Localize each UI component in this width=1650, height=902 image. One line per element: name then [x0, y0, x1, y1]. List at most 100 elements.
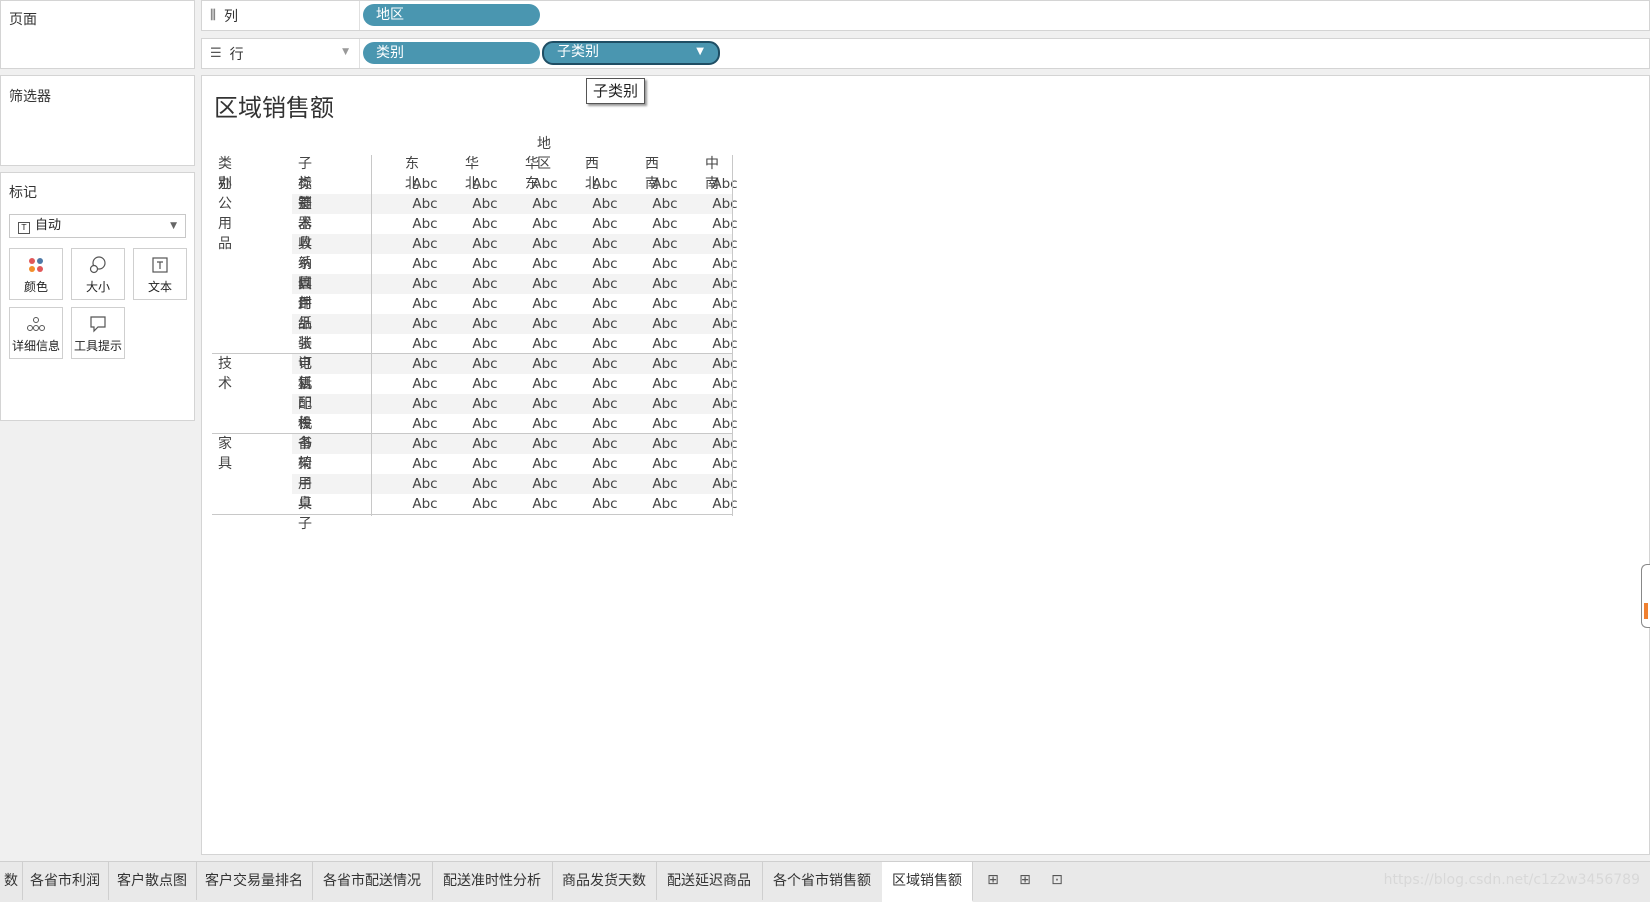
pill-category[interactable]: 类别: [363, 42, 540, 64]
new-worksheet-icon[interactable]: ⊞: [984, 872, 1002, 890]
data-cell[interactable]: Abc: [635, 374, 695, 394]
data-cell[interactable]: Abc: [635, 394, 695, 414]
data-cell[interactable]: Abc: [575, 314, 635, 334]
data-cell[interactable]: Abc: [515, 234, 575, 254]
data-cell[interactable]: Abc: [635, 214, 695, 234]
sheet-tab[interactable]: 各个省市销售额: [762, 862, 883, 900]
data-cell[interactable]: Abc: [515, 374, 575, 394]
data-cell[interactable]: Abc: [455, 294, 515, 314]
data-cell[interactable]: Abc: [395, 254, 455, 274]
data-cell[interactable]: Abc: [695, 174, 755, 194]
sheet-tab[interactable]: 配送准时性分析: [432, 862, 553, 900]
size-button[interactable]: 大小: [71, 248, 125, 300]
data-cell[interactable]: Abc: [395, 174, 455, 194]
data-cell[interactable]: Abc: [695, 274, 755, 294]
data-cell[interactable]: Abc: [635, 354, 695, 374]
data-cell[interactable]: Abc: [695, 354, 755, 374]
mark-type-dropdown[interactable]: T 自动 ▼: [9, 214, 186, 238]
sheet-tab[interactable]: 客户散点图: [108, 862, 197, 900]
data-cell[interactable]: Abc: [575, 194, 635, 214]
data-cell[interactable]: Abc: [575, 394, 635, 414]
data-cell[interactable]: Abc: [395, 214, 455, 234]
data-cell[interactable]: Abc: [635, 174, 695, 194]
data-cell[interactable]: Abc: [395, 374, 455, 394]
data-cell[interactable]: Abc: [395, 414, 455, 434]
data-cell[interactable]: Abc: [575, 434, 635, 454]
pill-region[interactable]: 地区: [363, 4, 540, 26]
data-cell[interactable]: Abc: [635, 494, 695, 514]
data-cell[interactable]: Abc: [455, 174, 515, 194]
data-cell[interactable]: Abc: [695, 494, 755, 514]
color-button[interactable]: 颜色: [9, 248, 63, 300]
sheet-tab[interactable]: 各省市利润: [22, 862, 109, 900]
data-cell[interactable]: Abc: [455, 274, 515, 294]
pages-panel[interactable]: 页面: [0, 0, 195, 69]
data-cell[interactable]: Abc: [635, 234, 695, 254]
new-story-icon[interactable]: ⊡: [1048, 872, 1066, 890]
data-cell[interactable]: Abc: [455, 194, 515, 214]
data-cell[interactable]: Abc: [455, 374, 515, 394]
data-cell[interactable]: Abc: [515, 394, 575, 414]
tab-active[interactable]: 区域销售额: [882, 862, 973, 902]
data-cell[interactable]: Abc: [515, 474, 575, 494]
data-cell[interactable]: Abc: [455, 414, 515, 434]
data-cell[interactable]: Abc: [515, 194, 575, 214]
data-cell[interactable]: Abc: [575, 354, 635, 374]
data-cell[interactable]: Abc: [695, 374, 755, 394]
data-cell[interactable]: Abc: [635, 334, 695, 354]
chevron-down-icon[interactable]: ▼: [342, 47, 349, 57]
data-cell[interactable]: Abc: [695, 414, 755, 434]
data-cell[interactable]: Abc: [575, 234, 635, 254]
data-cell[interactable]: Abc: [695, 454, 755, 474]
pill-subcategory[interactable]: 子类别 ▼: [542, 41, 720, 65]
data-cell[interactable]: Abc: [395, 494, 455, 514]
data-cell[interactable]: Abc: [695, 294, 755, 314]
data-cell[interactable]: Abc: [575, 254, 635, 274]
data-cell[interactable]: Abc: [395, 454, 455, 474]
data-cell[interactable]: Abc: [575, 494, 635, 514]
data-cell[interactable]: Abc: [635, 294, 695, 314]
new-dashboard-icon[interactable]: ⊞: [1016, 872, 1034, 890]
data-cell[interactable]: Abc: [515, 214, 575, 234]
data-cell[interactable]: Abc: [395, 294, 455, 314]
data-cell[interactable]: Abc: [575, 374, 635, 394]
sheet-tab[interactable]: 商品发货天数: [552, 862, 657, 900]
data-cell[interactable]: Abc: [635, 254, 695, 274]
data-cell[interactable]: Abc: [515, 274, 575, 294]
data-cell[interactable]: Abc: [395, 334, 455, 354]
data-cell[interactable]: Abc: [515, 434, 575, 454]
sheet-tab[interactable]: 客户交易量排名: [196, 862, 313, 900]
data-cell[interactable]: Abc: [395, 194, 455, 214]
data-cell[interactable]: Abc: [695, 194, 755, 214]
data-cell[interactable]: Abc: [455, 334, 515, 354]
data-cell[interactable]: Abc: [455, 254, 515, 274]
sheet-tab[interactable]: 数: [0, 862, 23, 900]
text-button[interactable]: 文本: [133, 248, 187, 300]
data-cell[interactable]: Abc: [695, 214, 755, 234]
data-cell[interactable]: Abc: [635, 454, 695, 474]
data-cell[interactable]: Abc: [455, 354, 515, 374]
data-cell[interactable]: Abc: [395, 474, 455, 494]
data-cell[interactable]: Abc: [395, 314, 455, 334]
data-cell[interactable]: Abc: [695, 314, 755, 334]
data-cell[interactable]: Abc: [455, 394, 515, 414]
data-cell[interactable]: Abc: [575, 214, 635, 234]
data-cell[interactable]: Abc: [395, 434, 455, 454]
data-cell[interactable]: Abc: [455, 234, 515, 254]
data-cell[interactable]: Abc: [515, 334, 575, 354]
data-cell[interactable]: Abc: [635, 414, 695, 434]
data-cell[interactable]: Abc: [695, 474, 755, 494]
data-cell[interactable]: Abc: [395, 274, 455, 294]
data-cell[interactable]: Abc: [455, 214, 515, 234]
data-cell[interactable]: Abc: [575, 274, 635, 294]
data-cell[interactable]: Abc: [515, 494, 575, 514]
data-cell[interactable]: Abc: [695, 254, 755, 274]
data-cell[interactable]: Abc: [575, 334, 635, 354]
data-cell[interactable]: Abc: [395, 394, 455, 414]
data-cell[interactable]: Abc: [515, 354, 575, 374]
data-cell[interactable]: Abc: [575, 294, 635, 314]
detail-button[interactable]: 详细信息: [9, 307, 63, 359]
data-cell[interactable]: Abc: [515, 174, 575, 194]
data-cell[interactable]: Abc: [515, 314, 575, 334]
data-cell[interactable]: Abc: [455, 474, 515, 494]
